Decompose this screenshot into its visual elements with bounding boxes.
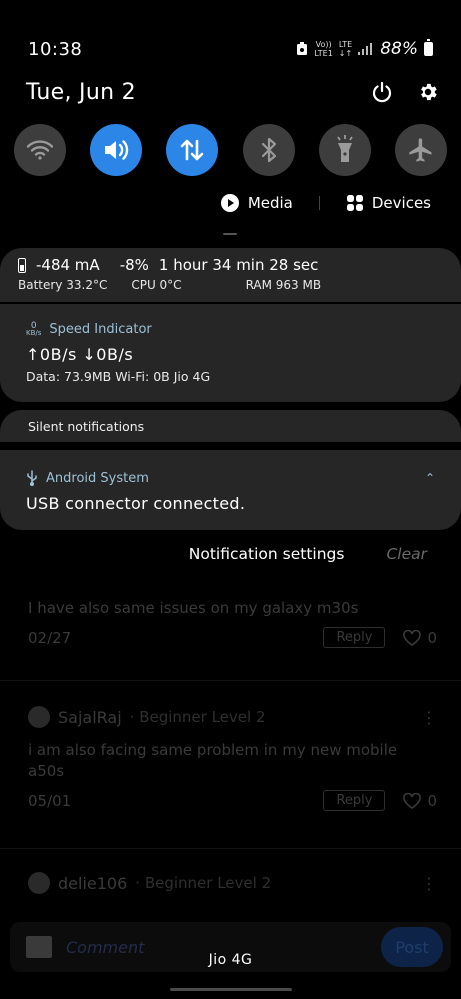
clear-button[interactable]: Clear <box>386 545 427 563</box>
comment-actions: Reply 0 <box>323 627 437 648</box>
airplane-icon <box>409 138 432 162</box>
comment-author: delie106 · Beginner Level 2 ⋮ <box>28 872 437 894</box>
usb-message: USB connector connected. <box>26 494 246 513</box>
like-button[interactable]: 0 <box>403 629 437 647</box>
more-options-icon[interactable]: ⋮ <box>421 874 437 893</box>
media-divider <box>318 196 320 210</box>
flashlight-toggle[interactable] <box>318 124 371 176</box>
home-indicator[interactable] <box>170 988 292 991</box>
comment-divider <box>0 848 461 849</box>
battery-time-remaining: 1 hour 34 min 28 sec <box>158 256 319 274</box>
author-level: · Beginner Level 2 <box>129 708 266 726</box>
author-name[interactable]: delie106 <box>58 874 127 893</box>
heart-icon <box>403 792 422 809</box>
media-devices-row: Media Devices <box>220 190 431 216</box>
flashlight-icon <box>337 135 353 162</box>
battery-summary: -484 mA -8% 1 hour 34 min 28 sec <box>18 256 443 274</box>
play-icon <box>220 194 239 212</box>
avatar[interactable] <box>28 706 50 728</box>
comment-text: I have also same issues on my galaxy m30… <box>28 599 359 617</box>
comment-2: SajalRaj · Beginner Level 2 ⋮ i am also … <box>28 706 437 811</box>
date-text: Tue, Jun 2 <box>26 79 136 105</box>
like-count: 0 <box>427 791 437 810</box>
heart-icon <box>403 629 422 646</box>
comment-date: 02/27 <box>28 628 72 647</box>
android-system-notification[interactable]: Android System ⌃ USB connector connected… <box>0 450 461 530</box>
airplane-toggle[interactable] <box>394 124 447 176</box>
status-bar: 10:38 Vo)) LTE1 LTE ↓↑ 88% <box>28 36 433 62</box>
usb-icon <box>27 470 37 486</box>
comment-3: delie106 · Beginner Level 2 ⋮ <box>28 872 437 894</box>
silent-label: Silent notifications <box>28 419 145 434</box>
date-row: Tue, Jun 2 <box>26 76 439 108</box>
battery-current: -484 mA <box>36 256 100 274</box>
reply-button[interactable]: Reply <box>323 790 386 811</box>
signal-icon <box>358 43 373 55</box>
carrier-label: Jio 4G <box>208 952 253 968</box>
header-actions <box>371 81 439 103</box>
lte-indicator: LTE ↓↑ <box>338 40 353 58</box>
battery-level-icon <box>18 257 26 273</box>
devices-button[interactable]: Devices <box>346 194 431 212</box>
reply-button[interactable]: Reply <box>323 627 386 648</box>
comment-author: SajalRaj · Beginner Level 2 ⋮ <box>28 706 437 728</box>
devices-grid-icon <box>346 195 363 211</box>
volume-icon <box>105 140 129 160</box>
battery-percent: 88% <box>380 39 418 59</box>
speed-data-usage: Data: 73.9MB Wi-Fi: 0B Jio 4G <box>26 369 211 384</box>
comment-date: 05/01 <box>28 791 72 810</box>
mobile-data-toggle[interactable] <box>166 124 219 176</box>
battery-temp: Battery 33.2°C <box>18 278 108 292</box>
cpu-temp: CPU 0°C <box>131 278 182 292</box>
data-arrows-icon <box>181 139 204 161</box>
silent-notifications-header: Silent notifications <box>0 410 461 442</box>
like-count: 0 <box>427 628 437 647</box>
speed-rates: ↑0B/s ↓0B/s <box>26 345 134 364</box>
notification-settings-button[interactable]: Notification settings <box>189 545 345 563</box>
bluetooth-toggle[interactable] <box>242 124 295 176</box>
volte-indicator: Vo)) LTE1 <box>314 40 333 58</box>
comment-text: i am also facing same problem in my new … <box>28 741 398 780</box>
devices-label: Devices <box>371 194 431 212</box>
comment-meta: 02/27 Reply 0 <box>28 627 437 648</box>
media-button[interactable]: Media <box>220 193 293 213</box>
wifi-toggle[interactable] <box>14 124 66 176</box>
speed-indicator-header: 0 KB/s Speed Indicator <box>26 320 435 337</box>
android-system-app-name: Android System <box>46 470 149 486</box>
quick-settings-row <box>14 124 447 178</box>
usb-notification-icon <box>297 42 308 55</box>
more-options-icon[interactable]: ⋮ <box>421 708 437 727</box>
like-button[interactable]: 0 <box>403 792 437 810</box>
status-time: 10:38 <box>28 38 83 60</box>
comment-meta: 05/01 Reply 0 <box>28 790 437 811</box>
status-icons: Vo)) LTE1 LTE ↓↑ 88% <box>296 39 433 59</box>
battery-notification[interactable]: -484 mA -8% 1 hour 34 min 28 sec Battery… <box>0 248 461 302</box>
speed-app-icon: 0 KB/s <box>26 320 42 337</box>
panel-drag-handle[interactable] <box>223 233 237 235</box>
bluetooth-icon <box>261 137 276 163</box>
battery-percent-change: -8% <box>119 256 149 274</box>
power-icon[interactable] <box>371 81 393 103</box>
battery-icon <box>424 39 433 56</box>
avatar[interactable] <box>28 872 50 894</box>
comment-divider <box>0 680 461 681</box>
chevron-up-icon[interactable]: ⌃ <box>425 471 435 485</box>
speed-app-name: Speed Indicator <box>49 322 152 337</box>
sound-toggle[interactable] <box>90 124 143 176</box>
notification-actions: Notification settings Clear <box>189 545 427 563</box>
author-level: · Beginner Level 2 <box>135 874 272 892</box>
author-name[interactable]: SajalRaj <box>58 708 122 727</box>
battery-stats: Battery 33.2°C CPU 0°C RAM 963 MB <box>18 278 443 292</box>
speed-indicator-notification[interactable]: 0 KB/s Speed Indicator ↑0B/s ↓0B/s Data:… <box>0 304 461 402</box>
comment-actions: Reply 0 <box>323 790 437 811</box>
wifi-icon <box>26 140 54 160</box>
android-system-header: Android System ⌃ <box>26 470 435 486</box>
gear-icon[interactable] <box>417 81 439 103</box>
comment-1: I have also same issues on my galaxy m30… <box>28 598 437 648</box>
media-label: Media <box>247 194 293 212</box>
ram-usage: RAM 963 MB <box>245 278 322 292</box>
